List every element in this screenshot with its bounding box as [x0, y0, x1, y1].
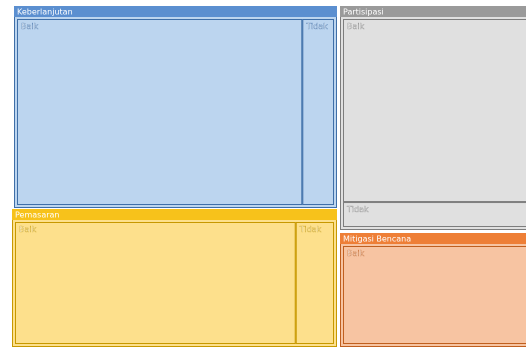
group-title-pemasaran: Pemasaran [15, 211, 60, 220]
leaf-rect-keberlanjutan-tidak [302, 19, 334, 205]
leaf-label-pemasaran-baik: Baik [19, 225, 37, 234]
group-title-keberlanjutan: Keberlanjutan [17, 8, 73, 17]
leaf-label-mitigasi-bencana-baik: Baik [347, 249, 365, 258]
leaf-rect-partisipasi-tidak [343, 202, 526, 227]
leaf-rect-pemasaran-baik [15, 222, 296, 344]
treemap-chart: Keberlanjutan Baik Tidak Partisipasi Baik Tid… [12, 6, 526, 347]
leaf-label-partisipasi-baik: Baik [347, 22, 365, 31]
leaf-rect-pemasaran-tidak [295, 222, 334, 344]
leaf-rect-mitigasi-bencana-baik [343, 246, 526, 344]
group-header-pemasaran [12, 209, 337, 220]
leaf-label-keberlanjutan-tidak: Tidak [305, 22, 328, 31]
group-title-partisipasi: Partisipasi [343, 8, 384, 17]
leaf-label-partisipasi-tidak: Tidak [346, 205, 369, 214]
leaf-rect-keberlanjutan-baik [17, 19, 303, 205]
leaf-label-keberlanjutan-baik: Baik [21, 22, 39, 31]
group-title-mitigasi-bencana: Mitigasi Bencana [343, 235, 411, 244]
leaf-label-pemasaran-tidak: Tidak [299, 225, 322, 234]
leaf-rect-partisipasi-baik [343, 19, 526, 203]
